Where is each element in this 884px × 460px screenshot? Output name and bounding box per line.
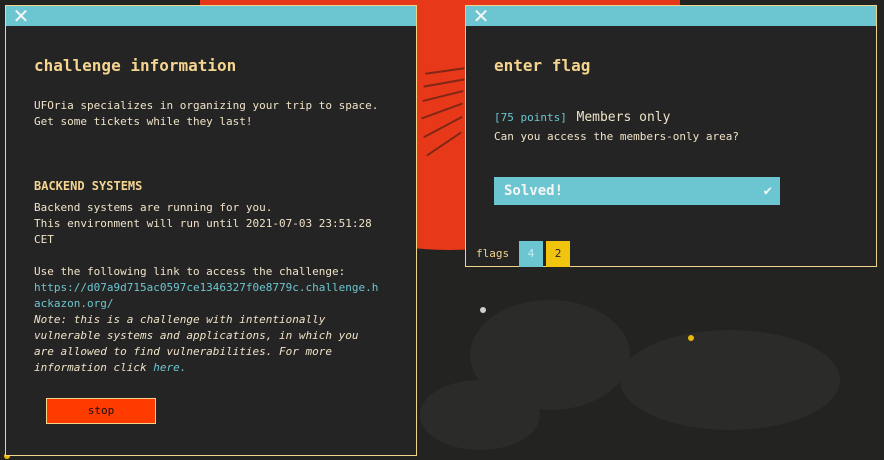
background-spot <box>420 380 540 450</box>
background-dot <box>480 307 486 313</box>
backend-line: Backend systems are running for you. <box>34 201 273 214</box>
challenge-question: Can you access the members-only area? <box>494 130 740 143</box>
stop-button[interactable]: stop <box>46 398 156 424</box>
backend-line: CET <box>34 233 54 246</box>
note-line: vulnerable systems and applications, in … <box>34 329 359 342</box>
check-icon: ✔ <box>763 183 772 199</box>
flag-tab[interactable]: 4 <box>519 241 543 267</box>
note-line: information click here. <box>34 360 359 376</box>
solved-button[interactable]: Solved! ✔ <box>494 177 780 205</box>
flags-label: flags <box>476 247 510 260</box>
link-section: Use the following link to access the cha… <box>34 264 378 312</box>
background-dot <box>688 335 694 341</box>
backend-heading: BACKEND SYSTEMS <box>34 179 143 193</box>
challenge-link-line[interactable]: ackazon.org/ <box>34 297 113 310</box>
challenge-info-panel: ✕ challenge information UFOria specializ… <box>5 5 417 456</box>
description-line: Get some tickets while they last! <box>34 115 253 128</box>
panel-title: challenge information <box>34 56 237 75</box>
backend-info: Backend systems are running for you. Thi… <box>34 200 372 248</box>
challenge-link-line[interactable]: https://d07a9d715ac0597ce1346327f0e8779c… <box>34 281 378 294</box>
note-line-prefix: information click <box>34 361 154 374</box>
solved-label: Solved! <box>504 183 564 199</box>
panel-titlebar: ✕ <box>466 6 876 26</box>
more-info-link[interactable]: here. <box>153 361 186 374</box>
points-badge: [75 points] <box>494 111 567 124</box>
flag-tab[interactable]: 2 <box>546 241 570 267</box>
panel-titlebar: ✕ <box>6 6 416 26</box>
close-icon[interactable]: ✕ <box>12 6 30 26</box>
challenge-header: [75 points] Members only <box>494 106 670 125</box>
note-text: Note: this is a challenge with intention… <box>34 312 359 376</box>
challenge-link[interactable]: https://d07a9d715ac0597ce1346327f0e8779c… <box>34 280 378 312</box>
panel-title: enter flag <box>494 56 591 75</box>
backend-line: This environment will run until 2021-07-… <box>34 217 372 230</box>
link-intro: Use the following link to access the cha… <box>34 265 346 278</box>
description-line: UFOria specializes in organizing your tr… <box>34 99 379 112</box>
close-icon[interactable]: ✕ <box>472 6 490 26</box>
challenge-description: UFOria specializes in organizing your tr… <box>34 98 378 130</box>
enter-flag-panel: ✕ enter flag [75 points] Members only Ca… <box>465 5 877 267</box>
note-line: Note: this is a challenge with intention… <box>34 313 326 326</box>
background-spot <box>620 330 840 430</box>
challenge-name: Members only <box>576 110 671 125</box>
note-line: are allowed to find vulnerabilities. For… <box>34 345 333 358</box>
